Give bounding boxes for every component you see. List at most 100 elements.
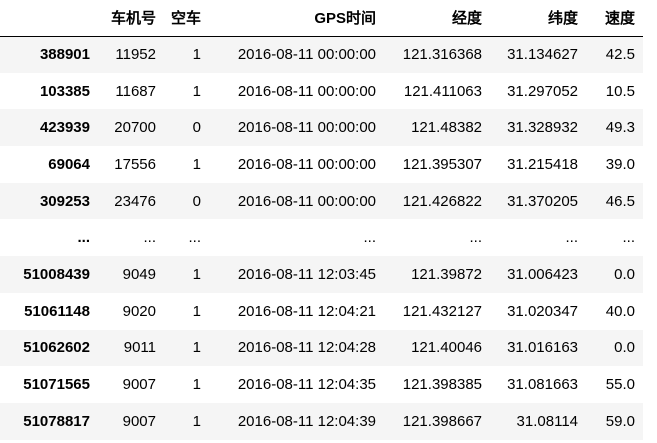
cell-vehicle-id: 9007 xyxy=(122,412,156,430)
cell-empty: 1 xyxy=(192,82,201,100)
ellipsis-row: ... ... ... ... ... ... ... xyxy=(0,219,643,257)
cell-vehicle-id: 11687 xyxy=(115,82,156,100)
table-body: 388901 11952 1 2016-08-11 00:00:00 121.3… xyxy=(0,36,643,440)
table-row: 388901 11952 1 2016-08-11 00:00:00 121.3… xyxy=(0,36,643,73)
cell-longitude: 121.411063 xyxy=(403,82,482,100)
table-row: 51061148 9020 1 2016-08-11 12:04:21 121.… xyxy=(0,292,643,330)
cell-speed: 42.5 xyxy=(605,46,635,64)
header-latitude: 纬度 xyxy=(490,0,586,37)
cell-gps-time: 2016-08-11 12:04:21 xyxy=(237,302,376,320)
cell-latitude: 31.134627 xyxy=(507,46,578,64)
cell-latitude: 31.016163 xyxy=(507,339,578,357)
header-empty: 空车 xyxy=(164,0,209,37)
header-index xyxy=(0,0,98,37)
cell-empty: 1 xyxy=(192,412,201,430)
table-row: 51078817 9007 1 2016-08-11 12:04:39 121.… xyxy=(0,402,643,440)
cell-gps-time: 2016-08-11 12:04:35 xyxy=(237,376,376,394)
cell-longitude: 121.426822 xyxy=(402,192,482,210)
table-row: 51071565 9007 1 2016-08-11 12:04:35 121.… xyxy=(0,366,643,403)
cell-empty: 1 xyxy=(192,339,201,357)
cell-longitude: 121.398385 xyxy=(402,376,482,394)
cell-empty: 1 xyxy=(192,46,201,64)
cell-vehicle-id: 17556 xyxy=(114,155,156,173)
row-index: ... xyxy=(77,229,90,247)
cell-empty: 1 xyxy=(192,302,201,320)
cell-ellipsis: ... xyxy=(143,229,156,247)
header-vehicle-id: 车机号 xyxy=(98,0,164,37)
cell-latitude: 31.328932 xyxy=(507,119,578,137)
header-row: 车机号 空车 GPS时间 经度 纬度 速度 xyxy=(0,0,643,37)
cell-vehicle-id: 20700 xyxy=(114,119,156,137)
cell-latitude: 31.081663 xyxy=(507,376,578,394)
table-row: 423939 20700 0 2016-08-11 00:00:00 121.4… xyxy=(0,109,643,147)
cell-ellipsis: ... xyxy=(469,229,482,247)
cell-longitude: 121.48382 xyxy=(411,119,482,137)
table-row: 103385 11687 1 2016-08-11 00:00:00 121.4… xyxy=(0,72,643,110)
header-speed: 速度 xyxy=(586,0,643,37)
row-index: 51061148 xyxy=(24,302,90,320)
cell-speed: 59.0 xyxy=(605,412,635,430)
cell-speed: 46.5 xyxy=(605,192,635,210)
dataframe-output: 车机号 空车 GPS时间 经度 纬度 速度 388901 11952 1 201… xyxy=(0,0,657,443)
cell-speed: 55.0 xyxy=(605,376,635,394)
cell-latitude: 31.370205 xyxy=(507,192,578,210)
row-index: 423939 xyxy=(39,119,90,137)
cell-vehicle-id: 9020 xyxy=(122,302,156,320)
cell-gps-time: 2016-08-11 12:04:28 xyxy=(237,339,376,357)
cell-longitude: 121.395307 xyxy=(402,155,482,173)
row-index: 51078817 xyxy=(23,412,90,430)
cell-latitude: 31.215418 xyxy=(507,155,578,173)
cell-gps-time: 2016-08-11 12:03:45 xyxy=(237,265,376,283)
row-index: 103385 xyxy=(39,82,90,100)
row-index: 51071565 xyxy=(23,376,90,394)
cell-latitude: 31.297052 xyxy=(507,82,578,100)
cell-gps-time: 2016-08-11 12:04:39 xyxy=(237,412,376,430)
table-row: 51062602 9011 1 2016-08-11 12:04:28 121.… xyxy=(0,329,643,367)
cell-empty: 0 xyxy=(192,192,201,210)
cell-vehicle-id: 9049 xyxy=(122,265,156,283)
cell-longitude: 121.40046 xyxy=(411,339,482,357)
cell-latitude: 31.006423 xyxy=(507,265,578,283)
cell-longitude: 121.39872 xyxy=(411,265,482,283)
cell-speed: 0.0 xyxy=(614,265,635,283)
cell-empty: 1 xyxy=(192,155,201,173)
table-row: 309253 23476 0 2016-08-11 00:00:00 121.4… xyxy=(0,182,643,220)
cell-empty: 1 xyxy=(192,265,201,283)
cell-ellipsis: ... xyxy=(188,229,201,247)
table-row: 69064 17556 1 2016-08-11 00:00:00 121.39… xyxy=(0,146,643,183)
cell-vehicle-id: 9007 xyxy=(122,376,156,394)
cell-ellipsis: ... xyxy=(622,229,635,247)
row-index: 51008439 xyxy=(23,265,90,283)
cell-latitude: 31.020347 xyxy=(507,302,578,320)
cell-vehicle-id: 11952 xyxy=(115,46,156,64)
cell-longitude: 121.432127 xyxy=(402,302,482,320)
cell-speed: 49.3 xyxy=(605,119,635,137)
row-index: 51062602 xyxy=(23,339,90,357)
cell-gps-time: 2016-08-11 00:00:00 xyxy=(237,155,376,173)
row-index: 388901 xyxy=(39,46,90,64)
table-header: 车机号 空车 GPS时间 经度 纬度 速度 xyxy=(0,0,643,37)
cell-latitude: 31.08114 xyxy=(516,412,578,430)
dataframe-table: 车机号 空车 GPS时间 经度 纬度 速度 388901 11952 1 201… xyxy=(0,0,643,440)
cell-empty: 1 xyxy=(192,376,201,394)
cell-longitude: 121.316368 xyxy=(402,46,482,64)
header-longitude: 经度 xyxy=(384,0,490,37)
row-index: 309253 xyxy=(39,192,90,210)
cell-gps-time: 2016-08-11 00:00:00 xyxy=(237,119,376,137)
cell-vehicle-id: 23476 xyxy=(114,192,156,210)
cell-vehicle-id: 9011 xyxy=(123,339,156,357)
cell-speed: 39.0 xyxy=(605,155,635,173)
cell-ellipsis: ... xyxy=(565,229,578,247)
cell-gps-time: 2016-08-11 00:00:00 xyxy=(237,192,376,210)
cell-gps-time: 2016-08-11 00:00:00 xyxy=(237,46,376,64)
cell-empty: 0 xyxy=(192,119,201,137)
table-row: 51008439 9049 1 2016-08-11 12:03:45 121.… xyxy=(0,256,643,293)
cell-speed: 10.5 xyxy=(605,82,635,100)
header-gps-time: GPS时间 xyxy=(209,0,384,37)
cell-speed: 40.0 xyxy=(605,302,635,320)
row-index: 69064 xyxy=(48,155,90,173)
cell-ellipsis: ... xyxy=(363,229,376,247)
cell-speed: 0.0 xyxy=(614,339,635,357)
cell-gps-time: 2016-08-11 00:00:00 xyxy=(237,82,376,100)
cell-longitude: 121.398667 xyxy=(402,412,482,430)
